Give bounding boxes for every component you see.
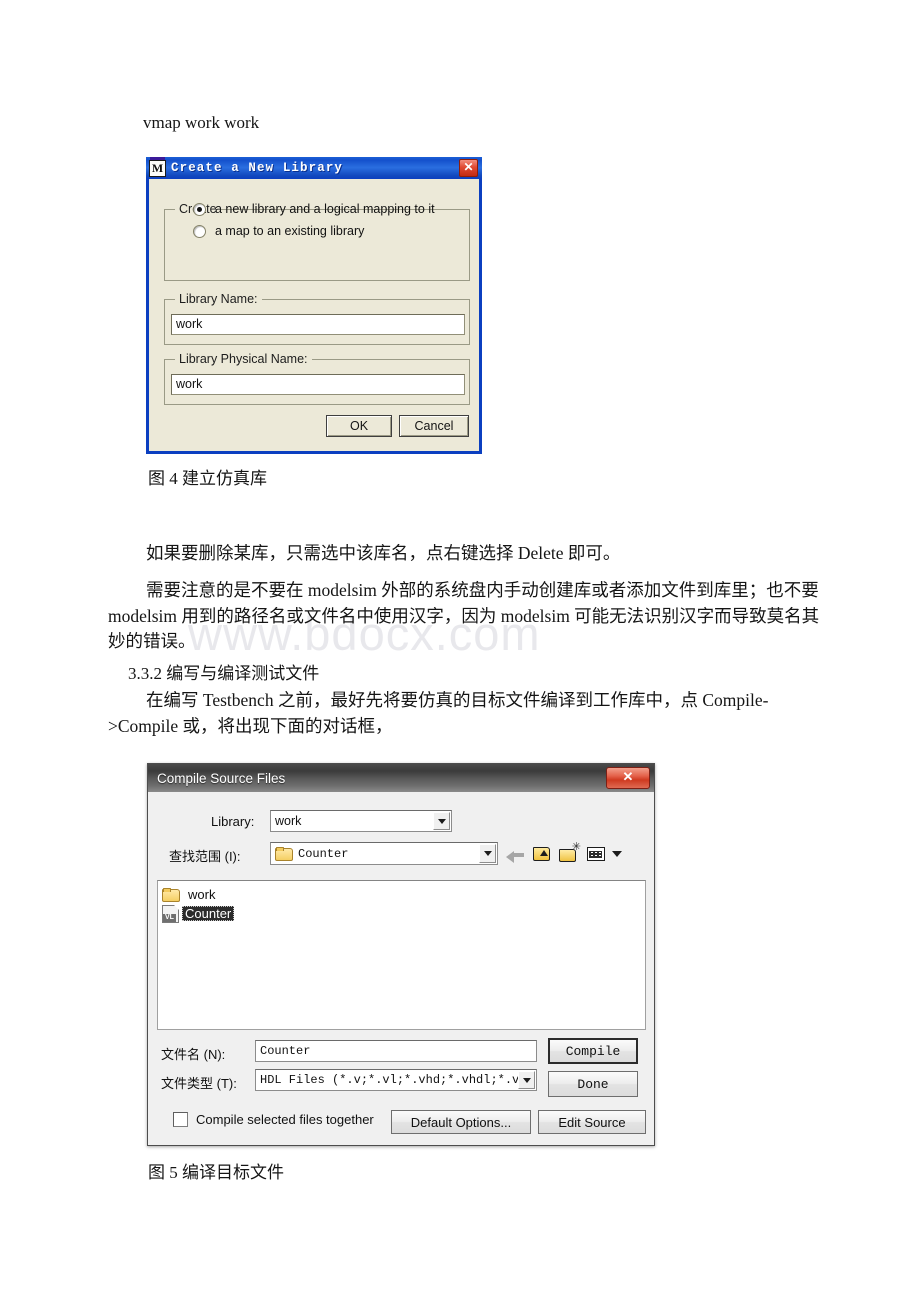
dialog-title: Compile Source Files [157, 770, 286, 786]
ok-button[interactable]: OK [326, 415, 392, 437]
library-physical-name-input[interactable]: work [171, 374, 465, 395]
compile-together-label: Compile selected files together [196, 1112, 374, 1127]
verilog-file-icon [162, 904, 179, 923]
done-button[interactable]: Done [548, 1071, 638, 1097]
radio-new-library[interactable]: a new library and a logical mapping to i… [193, 202, 435, 216]
library-physical-name-groupbox: Library Physical Name: work [164, 352, 470, 405]
create-groupbox: Create [164, 202, 470, 281]
folder-icon [162, 888, 180, 902]
library-label: Library: [211, 814, 255, 829]
close-icon[interactable]: ✕ [459, 159, 478, 177]
dialog-title: Create a New Library [171, 161, 344, 175]
command-line-vmap: vmap work work [143, 113, 260, 132]
chevron-down-icon[interactable] [433, 812, 450, 830]
radio-unselected-icon [193, 224, 206, 238]
figure-4-caption: 图 4 建立仿真库 [148, 469, 267, 488]
dialog-titlebar[interactable]: M Create a New Library ✕ [146, 156, 482, 179]
compile-button[interactable]: Compile [548, 1038, 638, 1064]
checkbox-icon [173, 1112, 188, 1127]
section-heading-3-3-2: 3.3.2 编写与编译测试文件 [128, 664, 320, 683]
compile-together-checkbox[interactable]: Compile selected files together [173, 1112, 374, 1127]
create-new-library-dialog: M Create a New Library ✕ Create a new li… [146, 156, 482, 454]
list-item-label: Counter [182, 906, 235, 921]
back-arrow-icon[interactable] [506, 846, 525, 863]
folder-icon [275, 847, 293, 861]
paragraph-testbench: 在编写 Testbench 之前，最好先将要仿真的目标文件编译到工作库中，点 C… [108, 690, 769, 736]
look-in-combobox[interactable]: Counter [270, 842, 498, 865]
library-combobox-value: work [275, 814, 302, 828]
look-in-label: 查找范围 (I): [169, 849, 241, 864]
views-icon[interactable] [587, 846, 607, 862]
dialog-body: Library: work 查找范围 (I): Counter work [148, 792, 654, 1145]
compile-source-files-dialog: Compile Source Files ✕ Library: work 查找范… [147, 763, 655, 1146]
radio-map-existing-library[interactable]: a map to an existing library [193, 224, 364, 238]
file-type-combobox-value: HDL Files (*.v;*.vl;*.vhd;*.vhdl;*.v [260, 1073, 520, 1087]
list-item[interactable]: Counter [162, 904, 235, 923]
create-new-folder-icon[interactable] [559, 842, 581, 863]
edit-source-button[interactable]: Edit Source [538, 1110, 646, 1134]
library-name-groupbox: Library Name: work [164, 292, 470, 345]
file-name-label: 文件名 (N): [161, 1047, 226, 1062]
list-item[interactable]: work [162, 885, 218, 904]
modelsim-app-icon: M [149, 156, 166, 177]
library-name-label: Library Name: [175, 292, 262, 306]
radio-new-library-label: a new library and a logical mapping to i… [215, 202, 435, 216]
file-type-label: 文件类型 (T): [161, 1076, 237, 1091]
file-browser-toolbar [506, 842, 646, 866]
close-icon[interactable]: ✕ [606, 767, 650, 789]
up-one-level-icon[interactable] [532, 845, 552, 863]
file-name-input[interactable]: Counter [255, 1040, 537, 1062]
file-list[interactable]: work Counter [157, 880, 646, 1030]
radio-selected-icon [193, 202, 206, 216]
cancel-button[interactable]: Cancel [399, 415, 469, 437]
chevron-down-icon[interactable] [518, 1071, 535, 1089]
paragraph-delete-library: 如果要删除某库，只需选中该库名，点右键选择 Delete 即可。 [146, 543, 621, 563]
dialog-titlebar[interactable]: Compile Source Files ✕ [148, 764, 654, 792]
paragraph-modelsim-note: 需要注意的是不要在 modelsim 外部的系统盘内手动创建库或者添加文件到库里… [108, 580, 820, 651]
library-combobox[interactable]: work [270, 810, 452, 832]
library-name-input[interactable]: work [171, 314, 465, 335]
views-chevron-down-icon[interactable] [612, 851, 622, 857]
list-item-label: work [188, 887, 216, 902]
default-options-button[interactable]: Default Options... [391, 1110, 531, 1134]
file-type-combobox[interactable]: HDL Files (*.v;*.vl;*.vhd;*.vhdl;*.v [255, 1069, 537, 1091]
look-in-combobox-value: Counter [298, 846, 349, 861]
library-physical-name-label: Library Physical Name: [175, 352, 312, 366]
radio-map-existing-label: a map to an existing library [215, 224, 365, 238]
figure-5-caption: 图 5 编译目标文件 [148, 1163, 284, 1182]
chevron-down-icon[interactable] [479, 844, 496, 863]
